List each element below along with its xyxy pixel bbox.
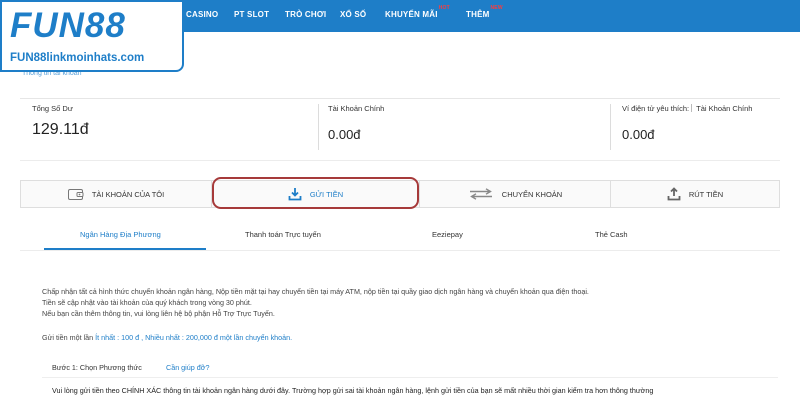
info-line-2: Tiền sẽ cập nhật vào tài khoản của quý k… <box>42 298 252 307</box>
info-line-1: Chấp nhận tất cả hình thức chuyển khoản … <box>42 287 589 296</box>
logo-domain: FUN88linkmoinhats.com <box>10 52 145 64</box>
total-balance-value: 129.11đ <box>32 121 89 138</box>
total-balance-label: Tổng Số Dư <box>32 104 73 113</box>
favorite-wallet-label: Ví điện tử yêu thích: Tài Khoản Chính <box>622 104 782 113</box>
separator-tick <box>691 104 693 112</box>
balance-divider <box>318 104 319 150</box>
tab-cash-card[interactable]: Thẻ Cash <box>595 230 628 239</box>
logo-wordmark: FUN88 <box>10 6 126 45</box>
main-account-label: Tài Khoản Chính <box>328 104 385 113</box>
balance-top-divider <box>20 98 780 99</box>
nav-item-tro-choi[interactable]: TRÒ CHƠI <box>285 10 326 19</box>
info-line-3: Nếu bạn cần thêm thông tin, vui lòng liê… <box>42 309 275 318</box>
nav-label: XỔ SỐ <box>340 10 367 19</box>
hot-badge: HOT <box>438 5 450 11</box>
new-badge: NEW <box>490 5 503 11</box>
deposit-limit-prefix: Gửi tiền một lần <box>42 333 94 342</box>
tab-transfer-label: CHUYỂN KHOẢN <box>501 189 563 199</box>
site-logo[interactable]: FUN88 FUN88linkmoinhats.com <box>0 0 184 72</box>
main-account-panel: Tài Khoản Chính 0.00đ <box>328 104 598 156</box>
step-1-header <box>42 358 778 378</box>
nav-item-xo-so[interactable]: XỔ SỐ <box>340 10 366 19</box>
deposit-highlight-outline <box>212 177 419 209</box>
nav-item-pt-slot[interactable]: PT SLOT <box>234 10 269 19</box>
tab-transfer[interactable]: CHUYỂN KHOẢN <box>420 181 610 207</box>
tab-local-bank[interactable]: Ngân Hàng Địa Phương <box>80 230 161 239</box>
deposit-notice: Vui lòng gửi tiền theo CHÍNH XÁC thông t… <box>52 386 654 395</box>
tab-withdraw-label: RÚT TIỀN <box>688 189 724 199</box>
main-account-value: 0.00đ <box>328 127 361 142</box>
step-1-label: Bước 1: Chọn Phương thức <box>52 363 142 372</box>
balance-divider <box>610 104 611 150</box>
tab-online-payment[interactable]: Thanh toán Trực tuyến <box>245 230 321 239</box>
help-link[interactable]: Cần giúp đỡ? <box>166 363 209 372</box>
balance-bottom-divider <box>20 160 780 161</box>
nav-item-khuyen-mai[interactable]: KHUYẾN MÃI HOT <box>385 5 450 19</box>
upload-icon <box>667 187 681 201</box>
deposit-limit-values: Ít nhất : 100 đ , Nhiều nhất : 200,000 đ… <box>95 333 293 342</box>
bank-tabs-divider <box>20 250 780 251</box>
wallet-icon <box>67 188 84 200</box>
tab-eeziepay[interactable]: Eeziepay <box>432 230 463 239</box>
nav-label: THÊM <box>466 10 490 19</box>
transfer-arrows-icon <box>468 188 494 200</box>
deposit-limit-line: Gửi tiền một lần Ít nhất : 100 đ , Nhiều… <box>42 333 292 342</box>
total-balance-panel: Tổng Số Dư 129.11đ <box>32 104 312 156</box>
favorite-wallet-label-text: Ví điện tử yêu thích: <box>622 104 690 113</box>
tab-my-account[interactable]: TÀI KHOẢN CỦA TÔI <box>21 181 211 207</box>
favorite-wallet-select[interactable]: Tài Khoản Chính <box>696 104 752 113</box>
tab-withdraw[interactable]: RÚT TIỀN <box>611 181 779 207</box>
tab-my-account-label: TÀI KHOẢN CỦA TÔI <box>91 189 165 199</box>
nav-label: TRÒ CHƠI <box>285 10 327 19</box>
nav-label: KHUYẾN MÃI <box>385 10 438 19</box>
nav-label: CASINO <box>186 10 219 19</box>
nav-item-casino[interactable]: CASINO <box>186 10 218 19</box>
nav-item-them[interactable]: THÊM NEW <box>466 5 503 19</box>
nav-label: PT SLOT <box>234 10 270 19</box>
favorite-wallet-panel: Ví điện tử yêu thích: Tài Khoản Chính 0.0… <box>622 104 782 156</box>
favorite-wallet-value: 0.00đ <box>622 127 655 142</box>
